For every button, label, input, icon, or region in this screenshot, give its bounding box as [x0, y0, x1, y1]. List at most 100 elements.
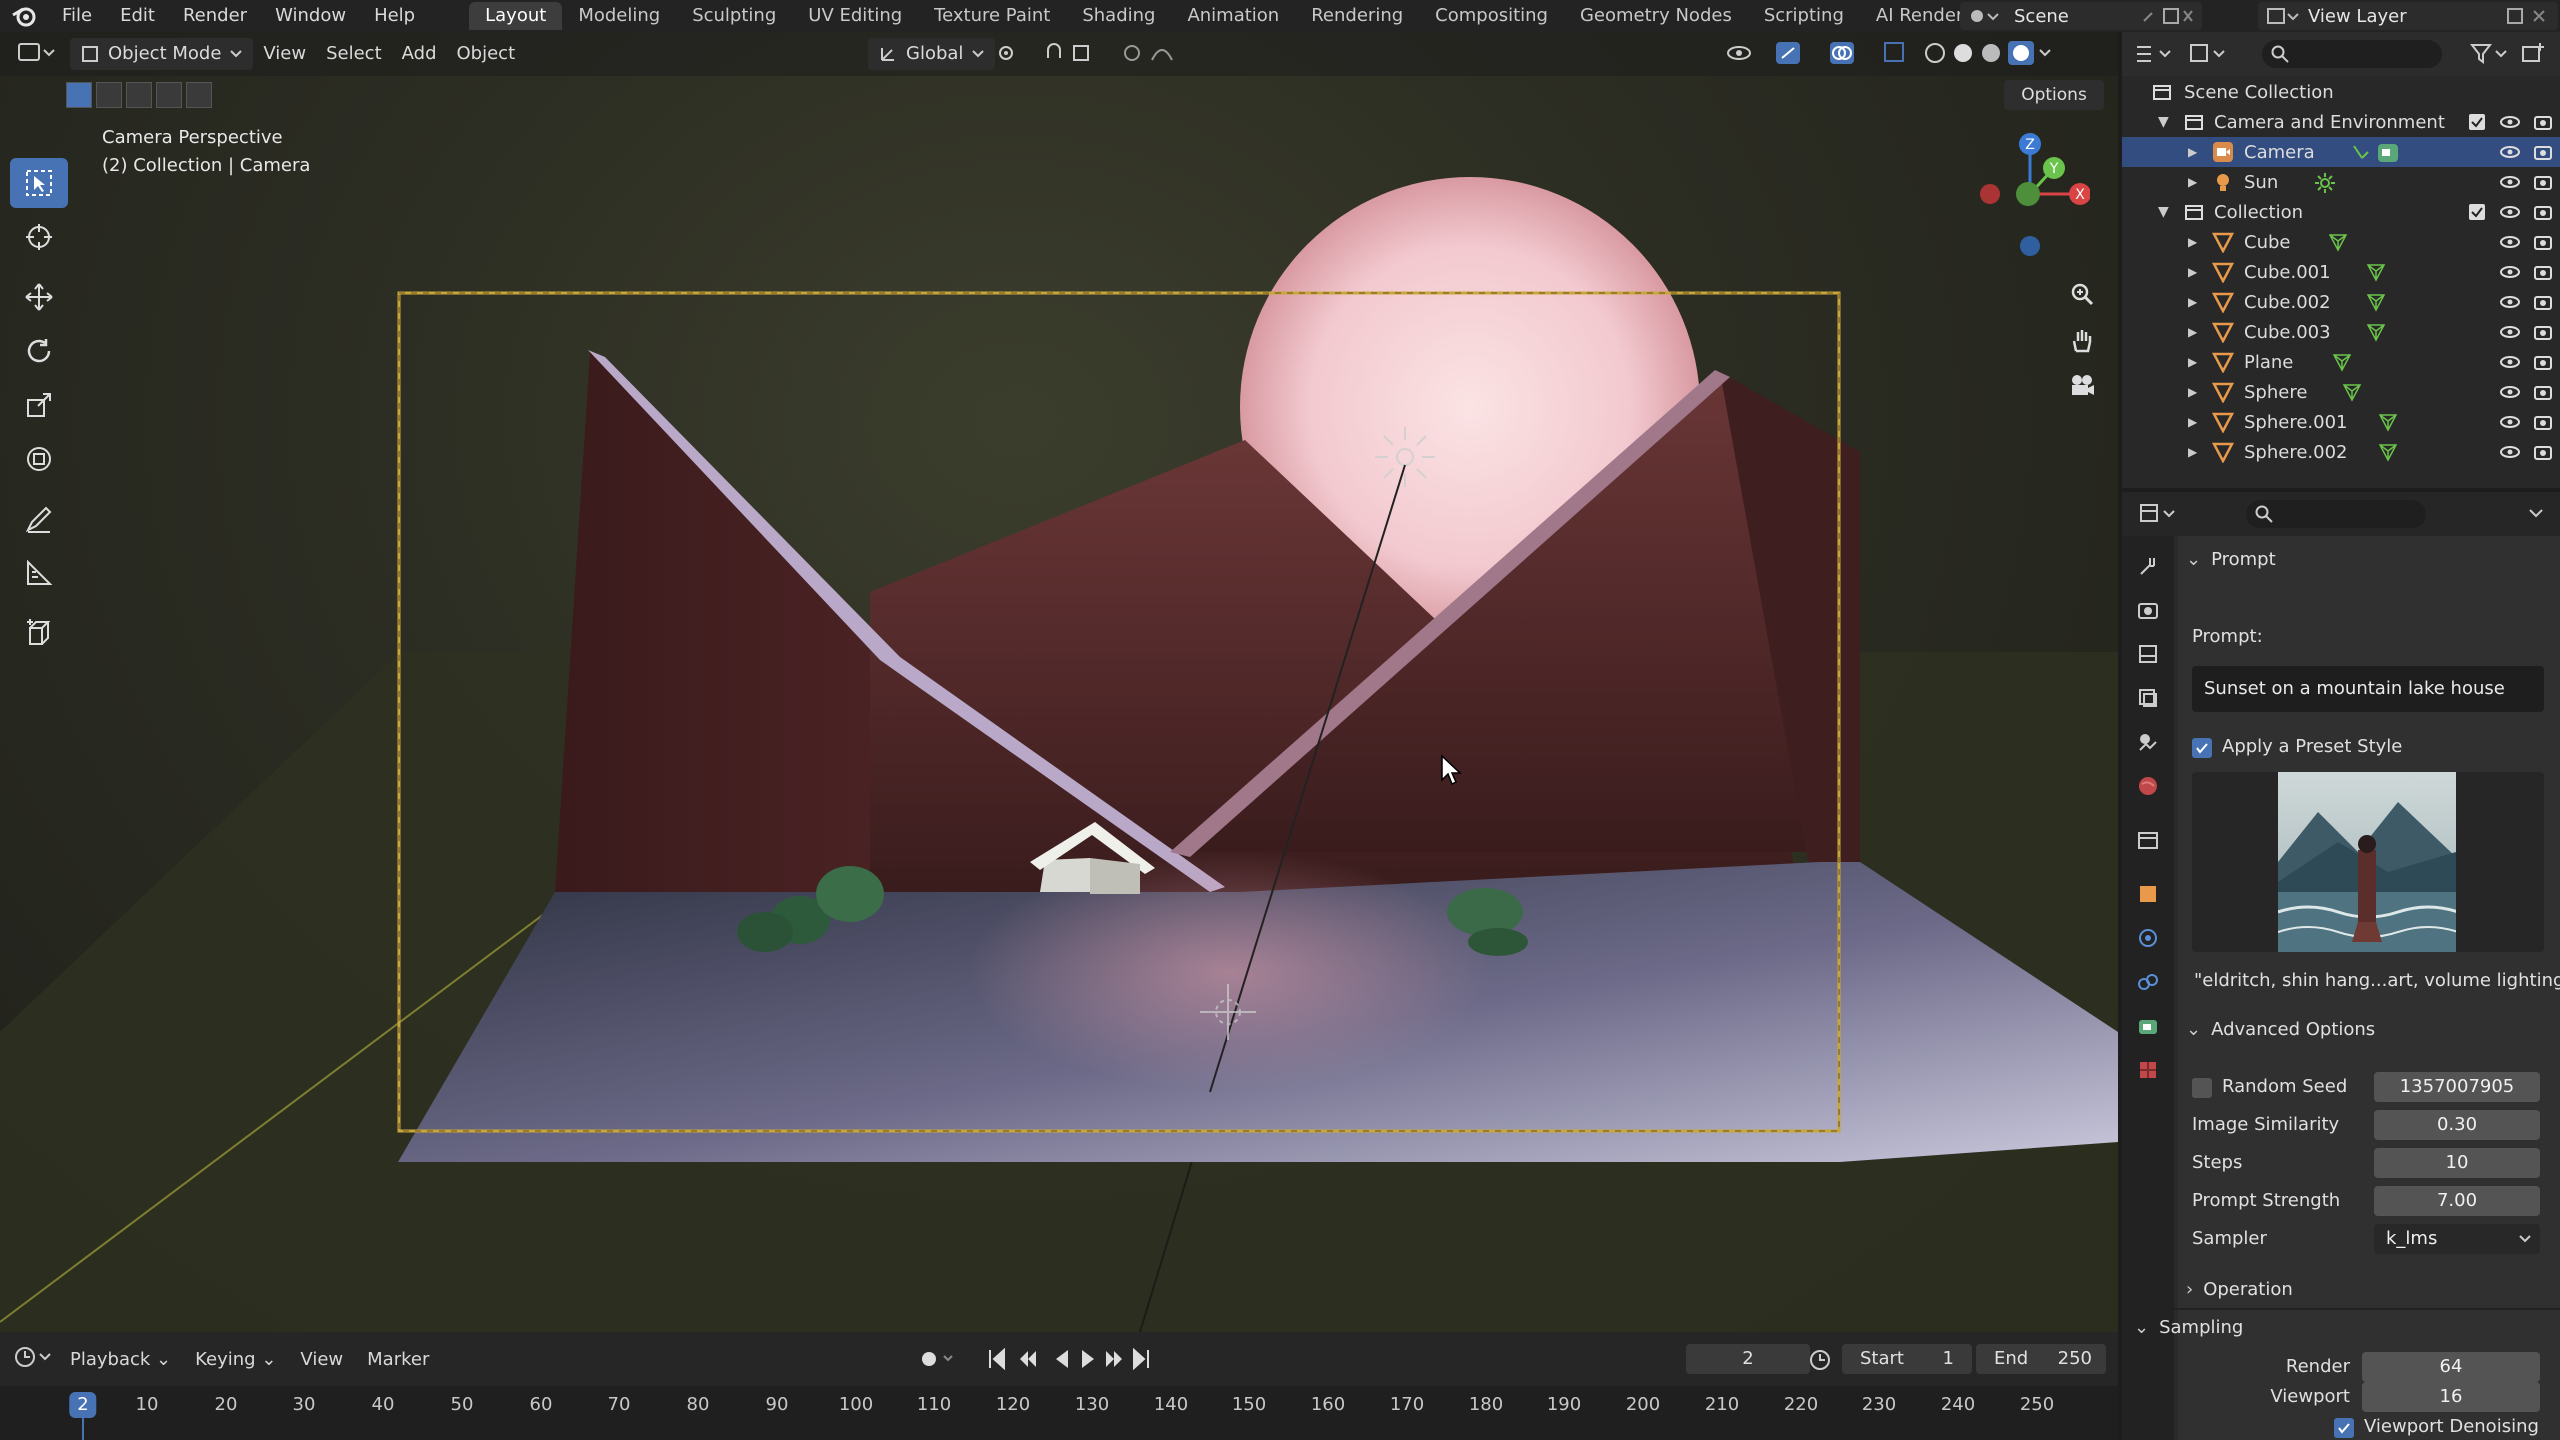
current-frame-field[interactable]: 2 — [1686, 1344, 1810, 1374]
object-mode-dropdown[interactable]: Object Mode — [70, 38, 254, 70]
select-subtract-icon[interactable] — [126, 82, 152, 108]
render-camera-icon[interactable] — [2534, 293, 2552, 311]
tab-view-layer[interactable] — [2128, 678, 2168, 718]
visibility-icon[interactable] — [1726, 40, 1760, 66]
apply-preset-checkbox[interactable] — [2192, 738, 2212, 758]
tab-object-data[interactable] — [2128, 1006, 2168, 1046]
timeline-ruler[interactable]: 2 10 20 30 40 50 60 70 80 90 100 110 120… — [0, 1386, 2118, 1440]
viewport-samples-field[interactable]: 16 — [2362, 1382, 2540, 1412]
expand-arrow-icon[interactable]: ▶ — [2188, 325, 2197, 339]
outliner-row-camera-and-environment[interactable]: ▼ Camera and Environment — [2122, 107, 2560, 137]
tab-collection[interactable] — [2128, 820, 2168, 860]
menu-render[interactable]: Render — [169, 0, 261, 32]
operation-panel-header[interactable]: › Operation — [2186, 1274, 2293, 1306]
3d-viewport[interactable]: Object Mode View Select Add Object Globa… — [0, 32, 2118, 1332]
menu-view[interactable]: View — [253, 38, 316, 70]
tab-compositing[interactable]: Compositing — [1419, 2, 1564, 30]
tab-shading[interactable]: Shading — [1066, 2, 1171, 30]
zoom-icon[interactable] — [2062, 274, 2102, 314]
pin-icon[interactable] — [2140, 7, 2194, 25]
prompt-panel-header[interactable]: ⌄ Prompt — [2186, 544, 2276, 576]
expand-arrow-icon[interactable]: ▶ — [2188, 145, 2197, 159]
expand-arrow-icon[interactable]: ▶ — [2188, 295, 2197, 309]
menu-select[interactable]: Select — [316, 38, 392, 70]
transform-tool[interactable] — [10, 434, 68, 484]
expand-arrow-icon[interactable]: ▶ — [2188, 355, 2197, 369]
editor-type-icon[interactable] — [16, 40, 56, 71]
prompt-strength-field[interactable]: 7.00 — [2374, 1186, 2540, 1216]
tab-uv-editing[interactable]: UV Editing — [792, 2, 918, 30]
chevron-down-icon[interactable] — [2526, 506, 2546, 522]
eye-icon[interactable] — [2500, 143, 2520, 161]
sampler-dropdown[interactable]: k_lms — [2374, 1224, 2540, 1254]
view-layer-selector[interactable]: View Layer — [2258, 2, 2558, 30]
random-seed-checkbox[interactable] — [2192, 1078, 2212, 1098]
advanced-options-panel-header[interactable]: ⌄ Advanced Options — [2186, 1014, 2375, 1046]
move-tool[interactable] — [10, 272, 68, 322]
clock-icon[interactable] — [1808, 1348, 1832, 1377]
measure-tool[interactable] — [10, 548, 68, 598]
start-frame-field[interactable]: Start 1 — [1842, 1344, 1972, 1374]
tab-sculpting[interactable]: Sculpting — [676, 2, 792, 30]
menu-edit[interactable]: Edit — [106, 0, 169, 32]
blender-logo-icon[interactable] — [0, 0, 48, 32]
outliner-editor-icon[interactable] — [2134, 42, 2174, 66]
render-samples-field[interactable]: 64 — [2362, 1352, 2540, 1382]
add-cube-tool[interactable] — [10, 608, 68, 658]
tab-texture-paint[interactable]: Texture Paint — [918, 2, 1066, 30]
eye-icon[interactable] — [2500, 443, 2520, 461]
outliner-row-cube[interactable]: ▶ Cube — [2122, 227, 2560, 257]
cursor-tool[interactable] — [10, 212, 68, 262]
menu-playback[interactable]: Playback ⌄ — [58, 1349, 183, 1370]
render-camera-icon[interactable] — [2534, 383, 2552, 401]
tab-scripting[interactable]: Scripting — [1748, 2, 1860, 30]
eye-icon[interactable] — [2500, 173, 2520, 191]
outliner-row-sphere-001[interactable]: ▶ Sphere.001 — [2122, 407, 2560, 437]
outliner-row-sun[interactable]: ▶ Sun — [2122, 167, 2560, 197]
display-mode-icon[interactable] — [2188, 42, 2228, 66]
outliner-row-cube-001[interactable]: ▶ Cube.001 — [2122, 257, 2560, 287]
transform-orientation-dropdown[interactable]: Global — [868, 38, 996, 70]
render-camera-icon[interactable] — [2534, 173, 2552, 191]
annotate-tool[interactable] — [10, 494, 68, 544]
menu-keying[interactable]: Keying ⌄ — [183, 1349, 288, 1370]
outliner-row-sphere-002[interactable]: ▶ Sphere.002 — [2122, 437, 2560, 467]
select-new-icon[interactable] — [66, 82, 92, 108]
select-box-tool[interactable] — [10, 158, 68, 208]
menu-file[interactable]: File — [48, 0, 106, 32]
checkbox-icon[interactable] — [2468, 113, 2486, 131]
expand-arrow-icon[interactable]: ▼ — [2158, 114, 2169, 130]
frame-cursor[interactable]: 2 — [69, 1392, 97, 1418]
tab-object[interactable] — [2128, 874, 2168, 914]
prompt-input[interactable]: Sunset on a mountain lake house — [2192, 666, 2544, 712]
properties-editor-icon[interactable] — [2138, 502, 2178, 526]
menu-marker[interactable]: Marker — [355, 1349, 441, 1370]
expand-arrow-icon[interactable]: ▶ — [2188, 235, 2197, 249]
render-camera-icon[interactable] — [2534, 443, 2552, 461]
eye-icon[interactable] — [2500, 413, 2520, 431]
proportional-editing-icon[interactable] — [1122, 42, 1182, 64]
expand-arrow-icon[interactable]: ▶ — [2188, 175, 2197, 189]
outliner-search-input[interactable] — [2262, 40, 2442, 68]
tab-texture[interactable] — [2128, 1050, 2168, 1090]
tab-world[interactable] — [2128, 766, 2168, 806]
timeline-editor-type-icon[interactable] — [14, 1345, 58, 1374]
overlays-toggle-icon[interactable] — [1828, 40, 1868, 66]
camera-view-icon[interactable] — [2062, 366, 2102, 406]
menu-window[interactable]: Window — [261, 0, 360, 32]
eye-icon[interactable] — [2500, 293, 2520, 311]
expand-arrow-icon[interactable]: ▶ — [2188, 265, 2197, 279]
rotate-tool[interactable] — [10, 326, 68, 376]
render-camera-icon[interactable] — [2534, 113, 2552, 131]
tab-tool[interactable] — [2128, 546, 2168, 586]
tab-physics[interactable] — [2128, 918, 2168, 958]
tab-render[interactable] — [2128, 590, 2168, 630]
tab-rendering[interactable]: Rendering — [1295, 2, 1419, 30]
steps-field[interactable]: 10 — [2374, 1148, 2540, 1178]
options-dropdown[interactable]: Options — [2004, 80, 2104, 110]
end-frame-field[interactable]: End 250 — [1976, 1344, 2106, 1374]
image-similarity-field[interactable]: 0.30 — [2374, 1110, 2540, 1140]
select-intersect-icon[interactable] — [186, 82, 212, 108]
outliner-row-sphere[interactable]: ▶ Sphere — [2122, 377, 2560, 407]
render-camera-icon[interactable] — [2534, 263, 2552, 281]
